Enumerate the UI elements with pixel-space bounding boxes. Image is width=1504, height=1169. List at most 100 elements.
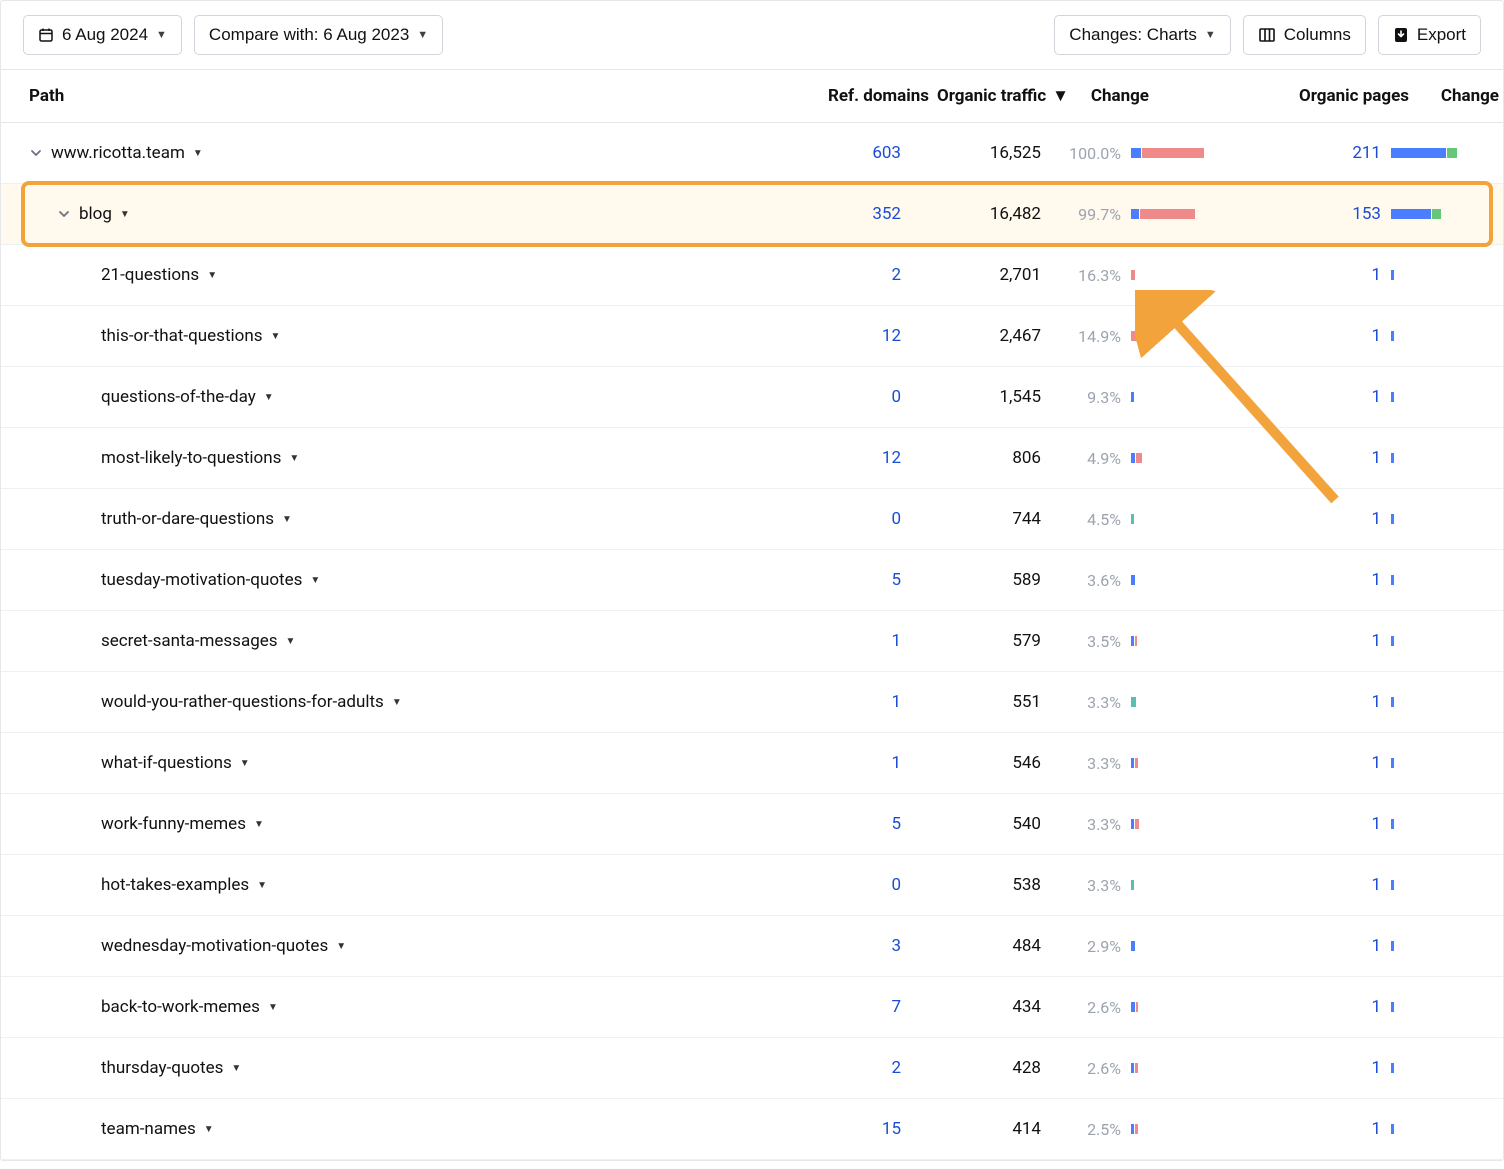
- path-cell[interactable]: tuesday-motivation-quotes ▼: [1, 570, 741, 590]
- row-menu-caret-icon[interactable]: ▼: [310, 575, 320, 586]
- organic-pages-value[interactable]: 1: [1221, 1058, 1381, 1078]
- ref-domains-value[interactable]: 2: [741, 265, 901, 285]
- path-label: hot-takes-examples: [101, 875, 249, 895]
- path-label: questions-of-the-day: [101, 387, 256, 407]
- header-change-1[interactable]: Change: [1069, 86, 1149, 106]
- change-chart-traffic: [1121, 331, 1221, 341]
- row-menu-caret-icon[interactable]: ▼: [392, 697, 402, 708]
- organic-pages-value[interactable]: 153: [1221, 204, 1381, 224]
- header-organic-traffic[interactable]: Organic traffic ▼: [929, 86, 1069, 106]
- ref-domains-value[interactable]: 1: [741, 753, 901, 773]
- organic-pages-value[interactable]: 1: [1221, 936, 1381, 956]
- path-label: wednesday-motivation-quotes: [101, 936, 328, 956]
- ref-domains-value[interactable]: 2: [741, 1058, 901, 1078]
- table-body: www.ricotta.team▼60316,525100.0%211blog▼…: [1, 123, 1503, 1160]
- table-row: secret-santa-messages▼15793.5%1: [1, 611, 1503, 672]
- row-menu-caret-icon[interactable]: ▼: [282, 514, 292, 525]
- table-row: hot-takes-examples▼05383.3%1: [1, 855, 1503, 916]
- traffic-percent: 2.6%: [1041, 998, 1121, 1017]
- row-menu-caret-icon[interactable]: ▼: [193, 148, 203, 159]
- change-chart-pages: [1381, 636, 1471, 646]
- header-change-2[interactable]: Change: [1409, 86, 1499, 106]
- export-button[interactable]: Export: [1378, 15, 1481, 55]
- path-cell[interactable]: wednesday-motivation-quotes ▼: [1, 936, 741, 956]
- path-cell[interactable]: team-names▼: [1, 1119, 741, 1139]
- path-cell[interactable]: back-to-work-memes▼: [1, 997, 741, 1017]
- chevron-down-icon[interactable]: [29, 146, 43, 160]
- ref-domains-value[interactable]: 15: [741, 1119, 901, 1139]
- organic-pages-value[interactable]: 1: [1221, 631, 1381, 651]
- changes-button[interactable]: Changes: Charts ▼: [1054, 15, 1230, 55]
- path-cell[interactable]: questions-of-the-day ▼: [1, 387, 741, 407]
- row-menu-caret-icon[interactable]: ▼: [257, 880, 267, 891]
- change-chart-traffic: [1121, 270, 1221, 280]
- table-row: thursday-quotes▼24282.6%1: [1, 1038, 1503, 1099]
- path-cell[interactable]: 21-questions ▼: [1, 265, 741, 285]
- path-cell[interactable]: www.ricotta.team▼: [1, 143, 741, 163]
- path-cell[interactable]: secret-santa-messages▼: [1, 631, 741, 651]
- organic-pages-value[interactable]: 1: [1221, 509, 1381, 529]
- organic-pages-value[interactable]: 1: [1221, 814, 1381, 834]
- path-cell[interactable]: blog▼: [1, 204, 741, 224]
- organic-traffic-value: 414: [901, 1119, 1041, 1139]
- organic-pages-value[interactable]: 1: [1221, 875, 1381, 895]
- path-label: 21-questions: [101, 265, 199, 285]
- row-menu-caret-icon[interactable]: ▼: [120, 209, 130, 220]
- header-path[interactable]: Path: [29, 86, 769, 106]
- row-menu-caret-icon[interactable]: ▼: [336, 941, 346, 952]
- compare-button[interactable]: Compare with: 6 Aug 2023 ▼: [194, 15, 443, 55]
- path-cell[interactable]: hot-takes-examples ▼: [1, 875, 741, 895]
- ref-domains-value[interactable]: 5: [741, 570, 901, 590]
- row-menu-caret-icon[interactable]: ▼: [207, 270, 217, 281]
- ref-domains-value[interactable]: 0: [741, 875, 901, 895]
- row-menu-caret-icon[interactable]: ▼: [204, 1124, 214, 1135]
- organic-pages-value[interactable]: 1: [1221, 448, 1381, 468]
- organic-pages-value[interactable]: 1: [1221, 387, 1381, 407]
- compare-label: Compare with: 6 Aug 2023: [209, 25, 409, 45]
- row-menu-caret-icon[interactable]: ▼: [289, 453, 299, 464]
- organic-pages-value[interactable]: 1: [1221, 265, 1381, 285]
- row-menu-caret-icon[interactable]: ▼: [268, 1002, 278, 1013]
- date-picker-button[interactable]: 6 Aug 2024 ▼: [23, 15, 182, 55]
- path-label: tuesday-motivation-quotes: [101, 570, 302, 590]
- ref-domains-value[interactable]: 3: [741, 936, 901, 956]
- row-menu-caret-icon[interactable]: ▼: [231, 1063, 241, 1074]
- organic-pages-value[interactable]: 1: [1221, 326, 1381, 346]
- ref-domains-value[interactable]: 0: [741, 387, 901, 407]
- organic-pages-value[interactable]: 1: [1221, 1119, 1381, 1139]
- chevron-down-icon[interactable]: [57, 207, 71, 221]
- path-cell[interactable]: work-funny-memes▼: [1, 814, 741, 834]
- organic-pages-value[interactable]: 1: [1221, 997, 1381, 1017]
- ref-domains-value[interactable]: 1: [741, 631, 901, 651]
- path-cell[interactable]: thursday-quotes▼: [1, 1058, 741, 1078]
- change-chart-pages: [1381, 209, 1471, 219]
- ref-domains-value[interactable]: 603: [741, 143, 901, 163]
- path-cell[interactable]: this-or-that-questions▼: [1, 326, 741, 346]
- organic-pages-value[interactable]: 1: [1221, 753, 1381, 773]
- change-chart-traffic: [1121, 453, 1221, 463]
- ref-domains-value[interactable]: 1: [741, 692, 901, 712]
- path-cell[interactable]: truth-or-dare-questions▼: [1, 509, 741, 529]
- ref-domains-value[interactable]: 352: [741, 204, 901, 224]
- path-cell[interactable]: most-likely-to-questions▼: [1, 448, 741, 468]
- ref-domains-value[interactable]: 0: [741, 509, 901, 529]
- row-menu-caret-icon[interactable]: ▼: [286, 636, 296, 647]
- path-cell[interactable]: what-if-questions▼: [1, 753, 741, 773]
- columns-button[interactable]: Columns: [1243, 15, 1366, 55]
- path-cell[interactable]: would-you-rather-questions-for-adults▼: [1, 692, 741, 712]
- date-picker-label: 6 Aug 2024: [62, 25, 148, 45]
- row-menu-caret-icon[interactable]: ▼: [240, 758, 250, 769]
- row-menu-caret-icon[interactable]: ▼: [264, 392, 274, 403]
- organic-pages-value[interactable]: 1: [1221, 692, 1381, 712]
- row-menu-caret-icon[interactable]: ▼: [271, 331, 281, 342]
- ref-domains-value[interactable]: 12: [741, 326, 901, 346]
- header-ref-domains[interactable]: Ref. domains: [769, 86, 929, 106]
- ref-domains-value[interactable]: 5: [741, 814, 901, 834]
- header-organic-pages[interactable]: Organic pages: [1249, 86, 1409, 106]
- ref-domains-value[interactable]: 7: [741, 997, 901, 1017]
- export-label: Export: [1417, 25, 1466, 45]
- ref-domains-value[interactable]: 12: [741, 448, 901, 468]
- organic-pages-value[interactable]: 1: [1221, 570, 1381, 590]
- row-menu-caret-icon[interactable]: ▼: [254, 819, 264, 830]
- organic-pages-value[interactable]: 211: [1221, 143, 1381, 163]
